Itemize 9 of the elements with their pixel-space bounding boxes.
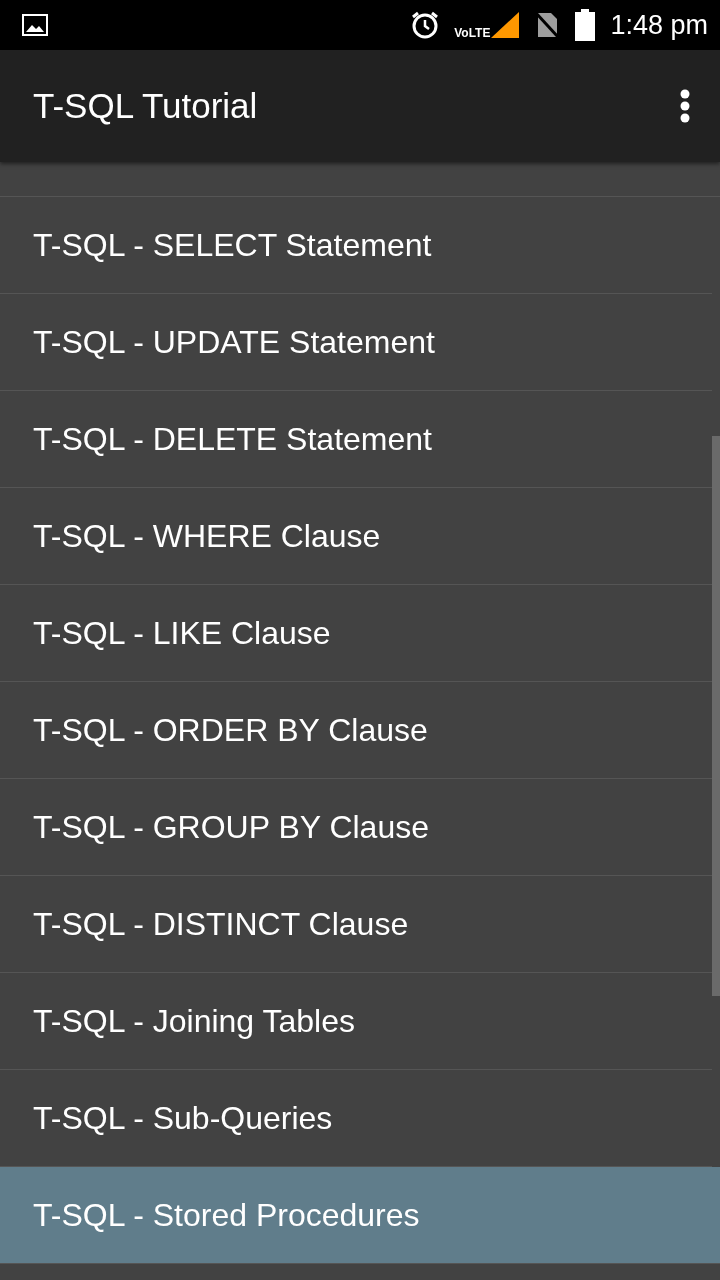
signal-icon: [490, 11, 521, 39]
network-label: VoLTE: [454, 26, 491, 40]
list-item[interactable]: T-SQL - Stored Procedures: [0, 1167, 720, 1264]
app-title: T-SQL Tutorial: [33, 86, 259, 126]
overflow-menu-icon[interactable]: [680, 89, 690, 123]
battery-icon: [574, 9, 597, 41]
status-time: 1:48 pm: [610, 9, 708, 41]
image-icon: [22, 14, 48, 36]
alarm-icon: [410, 10, 441, 40]
